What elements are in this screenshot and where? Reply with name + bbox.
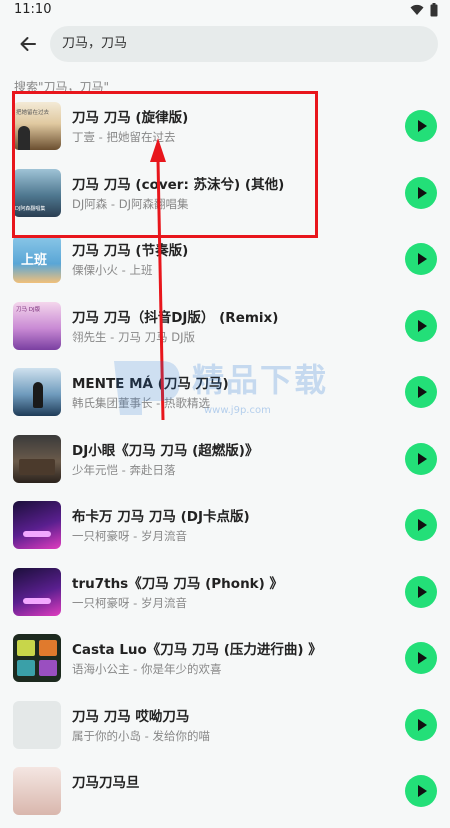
song-subtitle: 属于你的小岛 - 发给你的喵 (72, 728, 210, 743)
list-item[interactable]: 刀马 DJ版 刀马 刀马（抖音DJ版） (Remix) 翎先生 - 刀马 刀马 … (0, 296, 450, 363)
play-icon (418, 652, 427, 664)
cover-image (13, 434, 61, 483)
play-icon (418, 452, 427, 465)
cover-placeholder (13, 700, 61, 749)
play-button[interactable] (405, 708, 437, 741)
play-button[interactable] (405, 509, 437, 541)
cover-image: 上班 (13, 235, 61, 283)
back-button[interactable] (14, 30, 42, 58)
play-button[interactable] (405, 575, 437, 608)
play-button[interactable] (405, 243, 437, 275)
cover-image (13, 368, 61, 416)
play-icon (418, 186, 427, 199)
cover-caption: 上班 (21, 253, 48, 268)
play-button[interactable] (405, 110, 437, 142)
play-button[interactable] (405, 176, 437, 209)
list-item[interactable]: Casta Luo《刀马 刀马 (压力进行曲) 》 语海小公主 - 你是年少的欢… (0, 628, 450, 695)
play-icon (418, 785, 427, 797)
list-item[interactable]: 刀马 刀马 哎呦刀马 属于你的小岛 - 发给你的喵 (0, 695, 450, 762)
list-item[interactable]: DJ阿森翻唱集 刀马 刀马 (cover: 苏沫兮) (其他) DJ阿森 - D… (0, 163, 450, 230)
play-button[interactable] (405, 775, 437, 807)
list-item[interactable]: MENTE MÁ (刀马 刀马) 韩氏集团董事长 - 热歌精选 (0, 362, 450, 429)
cover-image (13, 634, 61, 682)
cover-caption: 刀马 DJ版 (16, 306, 41, 313)
cover-image (13, 767, 61, 815)
search-row: 刀马，刀马 (0, 24, 450, 64)
search-input[interactable]: 刀马，刀马 (50, 26, 438, 62)
song-title: DJ小眼《刀马 刀马 (超燃版)》 (72, 442, 259, 459)
cover-caption: DJ阿森翻唱集 (15, 205, 46, 212)
wifi-icon (410, 4, 424, 15)
play-icon (418, 585, 427, 598)
list-item[interactable]: 布卡万 刀马 刀马 (DJ卡点版) 一只柯豪呀 - 岁月流音 (0, 495, 450, 562)
song-title: 刀马 刀马 (cover: 苏沫兮) (其他) (72, 176, 285, 193)
play-icon (418, 386, 427, 398)
song-title: MENTE MÁ (刀马 刀马) (72, 376, 229, 392)
list-item[interactable]: DJ小眼《刀马 刀马 (超燃版)》 少年元恺 - 奔赴日落 (0, 429, 450, 496)
song-title: 刀马 刀马 (旋律版) (72, 110, 189, 126)
play-icon (418, 253, 427, 265)
cover-image: DJ阿森翻唱集 (13, 168, 61, 217)
play-icon (418, 319, 427, 332)
status-icons (410, 3, 438, 17)
play-button[interactable] (405, 642, 437, 674)
status-time: 11:10 (14, 2, 52, 17)
cover-caption: 把她留在过去 (16, 110, 50, 116)
song-subtitle: 韩氏集团董事长 - 热歌精选 (72, 396, 210, 410)
song-title: 刀马 刀马 哎呦刀马 (72, 708, 190, 725)
song-title: 刀马 刀马（抖音DJ版） (Remix) (72, 309, 279, 326)
cover-image: 把她留在过去 (13, 102, 61, 150)
cover-image: 刀马 DJ版 (13, 301, 61, 350)
song-title: 刀马刀马旦 (72, 775, 140, 791)
play-button[interactable] (405, 376, 437, 408)
cover-image (13, 567, 61, 616)
song-title: 刀马 刀马 (节奏版) (72, 243, 189, 259)
list-item[interactable]: 刀马刀马旦 (0, 761, 450, 828)
song-subtitle: 一只柯豪呀 - 岁月流音 (72, 529, 187, 543)
song-subtitle: 傈傈小火 - 上班 (72, 263, 153, 277)
search-hint: 搜索"刀马，刀马" (14, 80, 110, 94)
song-title: 布卡万 刀马 刀马 (DJ卡点版) (72, 509, 250, 525)
play-icon (418, 120, 427, 132)
list-item[interactable]: 把她留在过去 刀马 刀马 (旋律版) 丁壹 - 把她留在过去 (0, 96, 450, 163)
song-title: Casta Luo《刀马 刀马 (压力进行曲) 》 (72, 642, 322, 658)
song-subtitle: 语海小公主 - 你是年少的欢喜 (72, 662, 222, 676)
list-item[interactable]: tru7ths《刀马 刀马 (Phonk) 》 一只柯豪呀 - 岁月流音 (0, 562, 450, 629)
song-subtitle: 丁壹 - 把她留在过去 (72, 130, 176, 144)
list-item[interactable]: 上班 刀马 刀马 (节奏版) 傈傈小火 - 上班 (0, 229, 450, 296)
play-icon (418, 718, 427, 731)
song-subtitle: 一只柯豪呀 - 岁月流音 (72, 595, 187, 610)
song-title: tru7ths《刀马 刀马 (Phonk) 》 (72, 575, 284, 592)
song-subtitle: 翎先生 - 刀马 刀马 DJ版 (72, 329, 196, 344)
play-button[interactable] (405, 309, 437, 342)
result-list: 把她留在过去 刀马 刀马 (旋律版) 丁壹 - 把她留在过去 DJ阿森翻唱集 刀… (0, 96, 450, 828)
song-subtitle: DJ阿森 - DJ阿森翻唱集 (72, 196, 189, 211)
song-subtitle: 少年元恺 - 奔赴日落 (72, 462, 176, 477)
play-button[interactable] (405, 442, 437, 475)
arrow-left-icon (20, 37, 36, 51)
play-icon (418, 519, 427, 531)
status-bar: 11:10 (0, 0, 450, 22)
cover-image (13, 501, 61, 549)
battery-icon (430, 3, 438, 17)
